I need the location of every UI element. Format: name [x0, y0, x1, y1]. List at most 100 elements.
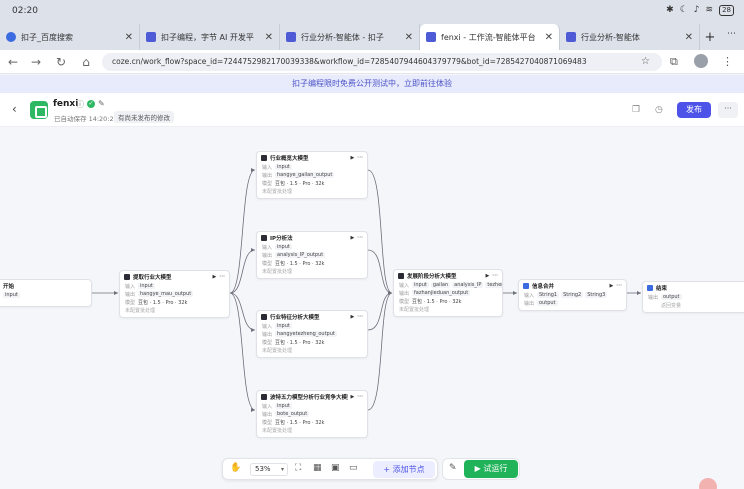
minimap-icon[interactable]: ▦ [313, 463, 322, 473]
promo-banner[interactable]: 扣子编程限时免费公开测试中，立即前往体验 [0, 75, 744, 93]
close-tab-icon[interactable]: ✕ [405, 32, 413, 43]
tab-label: 行业分析-智能体 [581, 32, 640, 42]
more-icon[interactable]: ··· [357, 314, 363, 320]
node-start[interactable]: 开始 input [0, 279, 92, 307]
address-bar: ← → ↻ ⌂ coze.cn/work_flow?space_id=72447… [0, 50, 744, 74]
node-merge-info[interactable]: 信息合并 ▶ ··· 输入 String1 String2 String3 输出 out… [518, 279, 627, 311]
row-key: 输出 [125, 291, 136, 298]
node-row: 输出 hangye_mau_output [120, 290, 229, 298]
play-icon[interactable]: ▶ [350, 394, 354, 400]
more-icon[interactable]: ··· [492, 273, 498, 279]
play-icon[interactable]: ▶ [212, 274, 216, 280]
play-icon[interactable]: ▶ [350, 235, 354, 241]
node-header: 提取行业大模型 ▶ ··· [120, 271, 229, 282]
tab-overflow-icon[interactable]: ⋯ [727, 29, 736, 39]
node-row: 模型 豆包 · 1.5 · Pro · 32k [120, 298, 229, 306]
profile-avatar[interactable] [694, 54, 708, 68]
bookmark-star-icon[interactable]: ☆ [641, 53, 650, 71]
image-icon[interactable]: ▣ [331, 463, 340, 473]
back-arrow-icon[interactable]: ← [4, 53, 22, 71]
more-options-button[interactable]: ··· [718, 102, 738, 118]
node-title: 结束 [656, 285, 668, 292]
arrow-head [251, 248, 255, 252]
close-tab-icon[interactable]: ✕ [685, 32, 693, 43]
row-key: 输出 [648, 294, 659, 301]
close-tab-icon[interactable]: ✕ [125, 32, 133, 43]
node-header: 波特五力模型分析行业竞争大模型 ▶ ··· [257, 391, 367, 402]
copy-icon[interactable]: ❐ [632, 105, 640, 115]
node-model: 豆包 · 1.5 · Pro · 32k [275, 419, 325, 426]
more-icon[interactable]: ··· [357, 394, 363, 400]
add-node-button[interactable]: + 添加节点 [373, 461, 435, 478]
fit-view-icon[interactable]: ⛶ [295, 463, 301, 473]
play-icon[interactable]: ▶ [609, 283, 613, 289]
hand-pointer-icon[interactable]: ✋ [230, 463, 241, 473]
play-icon[interactable]: ▶ [350, 155, 354, 161]
bluetooth-icon: ✱ [666, 5, 674, 15]
browser-tab-bar: 扣子_百度搜索 ✕ 扣子编程，字节 AI 开发平 ✕ 行业分析-智能体 - 扣子… [0, 24, 744, 50]
node-var: input [275, 403, 292, 409]
history-clock-icon[interactable]: ◷ [655, 105, 663, 115]
arrow-head [513, 291, 517, 295]
assistant-bubble[interactable] [699, 478, 717, 489]
row-key: 输出 [262, 411, 273, 418]
back-chevron-icon[interactable]: ‹ [12, 102, 17, 116]
status-icons: ✱ ☾ ♪ ≋ 28 [666, 5, 734, 16]
node-header: 行业概览大模型 ▶ ··· [257, 152, 367, 163]
browser-tab-active[interactable]: fenxi - 工作流-智能体平台 ✕ [420, 24, 560, 50]
close-tab-icon[interactable]: ✕ [545, 32, 553, 43]
publish-button[interactable]: 发布 [677, 102, 711, 118]
node-row: 未配置批处理 [257, 267, 367, 275]
llm-icon [261, 234, 267, 241]
node-llm-industry-overview[interactable]: 行业概览大模型 ▶ ··· 输入 input 输出 hangye_gailan_ou… [256, 151, 368, 199]
browser-tab[interactable]: 扣子编程，字节 AI 开发平 ✕ [140, 24, 280, 50]
node-llm-extract-industry[interactable]: 提取行业大模型 ▶ ··· 输入 input 输出 hangye_mau_outpu… [119, 270, 230, 318]
node-batch: 未配置批处理 [125, 307, 156, 314]
node-llm-industry-features[interactable]: 行业特征分析大模型 ▶ ··· 输入 input 输出 hangyetezheng_… [256, 310, 368, 358]
more-icon[interactable]: ··· [357, 155, 363, 161]
play-icon[interactable]: ▶ [485, 273, 489, 279]
more-icon[interactable]: ··· [357, 235, 363, 241]
node-end[interactable]: 结束 输出 output 返回变量 [642, 281, 744, 313]
node-row: 输入 String1 String2 String3 [519, 291, 626, 299]
browser-tab[interactable]: 扣子_百度搜索 ✕ [0, 24, 140, 50]
more-icon[interactable]: ··· [219, 274, 225, 280]
node-row: 未配置批处理 [257, 187, 367, 195]
zoom-value: 53% [255, 465, 271, 473]
menu-icon[interactable]: ⋮ [722, 53, 733, 71]
text-process-icon [523, 282, 529, 289]
reload-icon[interactable]: ↻ [52, 53, 70, 71]
mute-icon: ♪ [693, 5, 700, 15]
browser-tab[interactable]: 行业分析-智能体 ✕ [560, 24, 700, 50]
os-status-bar: 02:20 ✱ ☾ ♪ ≋ 28 [0, 0, 744, 24]
node-row: 输入inputgailananalysis_IPtezheng [394, 281, 502, 289]
url-field[interactable]: coze.cn/work_flow?space_id=7244752982170… [102, 53, 662, 71]
edge-llm1-llm4 [229, 292, 256, 331]
node-llm-porter-five-forces[interactable]: 波特五力模型分析行业竞争大模型 ▶ ··· 输入 input 输出 bote_out… [256, 390, 368, 438]
play-icon[interactable]: ▶ [350, 314, 354, 320]
browser-tab[interactable]: 行业分析-智能体 - 扣子 ✕ [280, 24, 420, 50]
close-tab-icon[interactable]: ✕ [265, 32, 273, 43]
row-key: 输出 [262, 172, 273, 179]
home-icon[interactable]: ⌂ [77, 53, 95, 71]
url-text: coze.cn/work_flow?space_id=7244752982170… [112, 57, 587, 66]
zoom-select[interactable]: 53% ▾ [250, 463, 288, 476]
debug-tool-icon[interactable]: ✎ [449, 463, 457, 473]
comment-icon[interactable]: ▭ [349, 463, 358, 473]
extensions-icon[interactable]: ⧉ [670, 53, 678, 71]
canvas-toolbar: ✋ 53% ▾ ⛶ ▦ ▣ ▭ + 添加节点 [222, 458, 438, 480]
new-tab-icon[interactable]: + [700, 24, 720, 50]
node-header: 信息合并 ▶ ··· [519, 280, 626, 291]
forward-arrow-icon[interactable]: → [27, 53, 45, 71]
node-llm-development-stage[interactable]: 发展阶段分析大模型 ▶ ··· 输入 input gailan analysis_IP… [393, 269, 503, 317]
more-icon[interactable]: ··· [616, 283, 622, 289]
row-key: 输入 [262, 323, 273, 330]
info-icon[interactable]: ⓘ [76, 99, 84, 110]
test-run-button[interactable]: ▶ 试运行 [464, 460, 518, 478]
arrow-head [637, 291, 641, 295]
wifi-icon: ≋ [705, 5, 714, 15]
clock: 02:20 [12, 6, 38, 16]
edit-icon[interactable]: ✎ [98, 99, 105, 110]
node-llm-ip-analysis[interactable]: IP分析法 ▶ ··· 输入 input 输出 analysis_IP_output… [256, 231, 368, 279]
workflow-canvas[interactable]: 开始 input 提取行业大模型 ▶ ··· 输入 input 输出 hangye_… [0, 127, 744, 489]
